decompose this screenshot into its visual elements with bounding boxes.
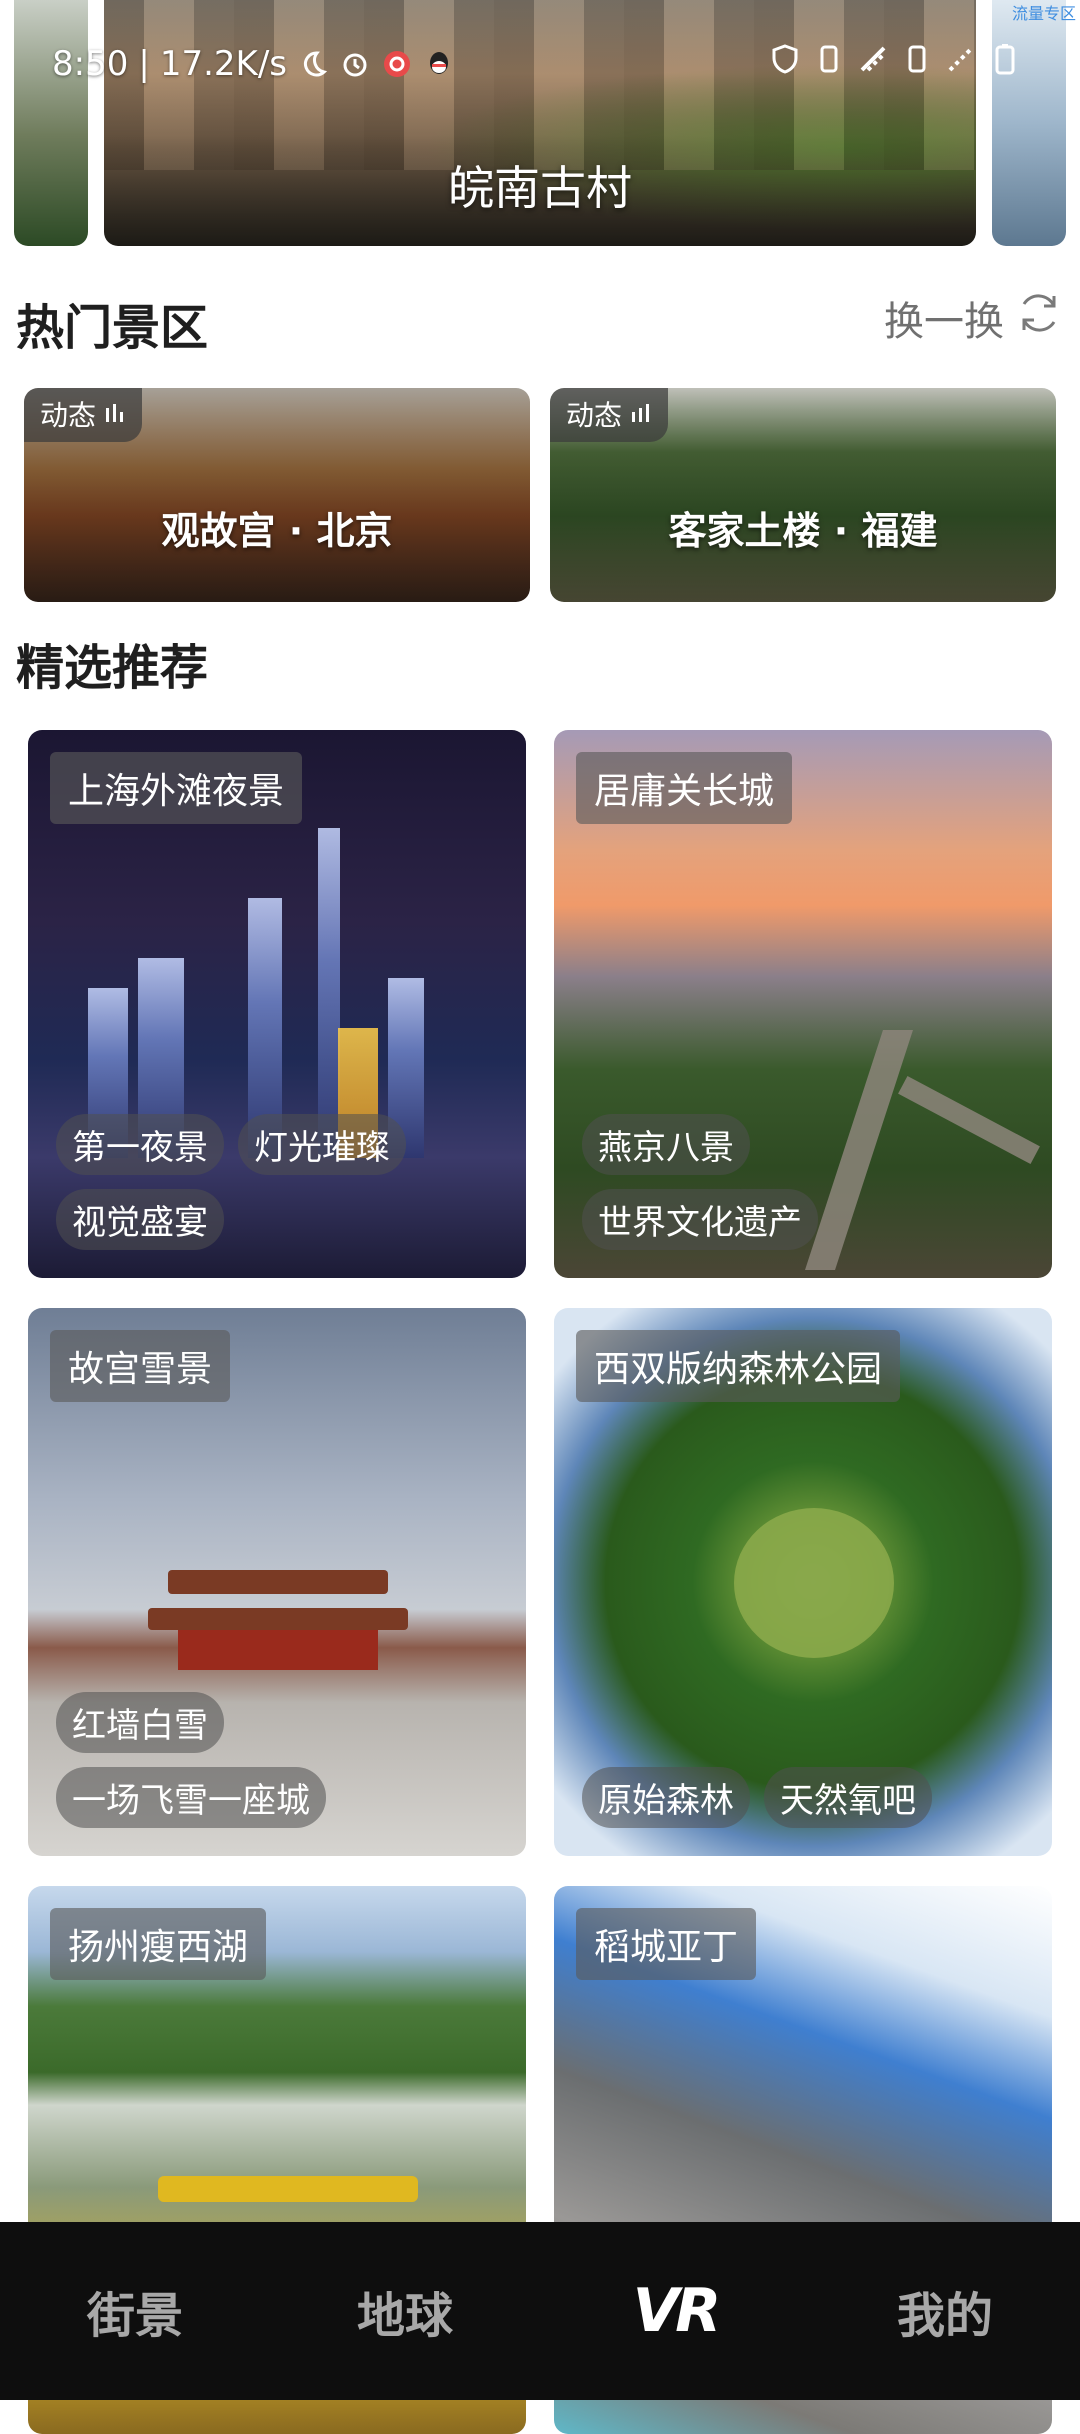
featured-card-forbidden-city-snow[interactable]: 故宫雪景 红墙白雪 一场飞雪一座城 [28,1308,526,1856]
pavilion-roof [158,2176,418,2202]
featured-card-tag: 扬州瘦西湖 [50,1908,267,1980]
status-right-group [770,44,1020,75]
bottom-nav: 街景 地球 VR 我的 [0,2222,1080,2400]
nav-mine[interactable]: 我的 [810,2276,1080,2346]
chip-row: 世界文化遗产 [582,1189,1036,1250]
feature-chip: 天然氧吧 [764,1767,932,1828]
hot-card-forbidden-city[interactable]: 动态 观故宫 · 北京 [24,388,530,602]
refresh-label: 换一换 [884,299,1004,345]
feature-chip: 红墙白雪 [56,1692,224,1753]
dynamic-badge: 动态 [550,388,669,442]
feature-chip: 一场飞雪一座城 [56,1767,326,1828]
feature-chip: 视觉盛宴 [56,1189,224,1250]
hot-section-title: 热门景区 [16,300,209,356]
feature-chip: 第一夜景 [56,1114,224,1175]
featured-card-chips: 原始森林 天然氧吧 [582,1753,1036,1828]
dynamic-badge-label: 动态 [566,399,623,432]
chip-row: 原始森林 天然氧吧 [582,1767,1036,1828]
sim2-signal-icon [946,44,976,74]
feature-chip: 灯光璀璨 [238,1114,406,1175]
chip-row: 燕京八景 [582,1114,1036,1175]
forest-lake [734,1508,894,1658]
moon-icon [297,48,329,80]
feature-chip: 原始森林 [582,1767,750,1828]
feature-chip: 燕京八景 [582,1114,750,1175]
qq-icon [423,48,455,80]
refresh-button[interactable]: 换一换 [884,288,1064,348]
vibrate-icon [814,44,844,74]
dynamic-badge-label: 动态 [40,399,97,432]
app-notification-icon [381,48,413,80]
featured-card-juyongguan[interactable]: 居庸关长城 燕京八景 世界文化遗产 [554,730,1052,1278]
status-time: 8:50 [52,44,129,84]
dynamic-badge: 动态 [24,388,143,442]
status-network-speed: 17.2K/s [159,44,287,84]
nav-street-view[interactable]: 街景 [0,2276,270,2346]
location-shield-icon [770,44,800,74]
featured-card-xishuangbanna[interactable]: 西双版纳森林公园 原始森林 天然氧吧 [554,1308,1052,1856]
chip-row: 第一夜景 灯光璀璨 [56,1114,510,1175]
featured-card-chips: 第一夜景 灯光璀璨 视觉盛宴 [56,1100,510,1250]
featured-card-tag: 稻城亚丁 [576,1908,757,1980]
status-divider: | [138,44,150,84]
carousel-slide-title: 皖南古村 [448,161,632,215]
phone-icon [902,44,932,74]
featured-card-shanghai-bund[interactable]: 上海外滩夜景 第一夜景 灯光璀璨 视觉盛宴 [28,730,526,1278]
hot-card-title: 客家土楼 · 福建 [668,509,938,553]
feature-chip: 世界文化遗产 [582,1189,818,1250]
featured-card-chips: 红墙白雪 一场飞雪一座城 [56,1678,510,1828]
hot-card-title: 观故宫 · 北京 [161,509,393,553]
palace-roof [148,1608,408,1630]
status-bar: 8:50 | 17.2K/s 流量专区 [0,0,1080,120]
hot-card-hakka-tulou[interactable]: 动态 客家土楼 · 福建 [550,388,1056,602]
nav-vr[interactable]: VR [540,2276,810,2346]
battery-icon [990,44,1020,75]
sim1-signal-icon [858,44,888,74]
traffic-zone-tag[interactable]: 流量专区 [1012,0,1076,24]
status-left-group: 8:50 | 17.2K/s [52,44,455,84]
refresh-icon [1014,288,1064,348]
featured-section-title: 精选推荐 [16,640,209,696]
chip-row: 红墙白雪 [56,1692,510,1753]
featured-card-tag: 故宫雪景 [50,1330,231,1402]
featured-card-tag: 西双版纳森林公园 [576,1330,901,1402]
featured-card-tag: 上海外滩夜景 [50,752,303,824]
alarm-icon [339,48,371,80]
chip-row: 视觉盛宴 [56,1189,510,1250]
featured-card-chips: 燕京八景 世界文化遗产 [582,1100,1036,1250]
featured-card-tag: 居庸关长城 [576,752,793,824]
palace-roof [168,1570,388,1594]
chip-row: 一场飞雪一座城 [56,1767,510,1828]
equalizer-icon [630,398,652,431]
equalizer-icon [104,398,126,431]
nav-earth[interactable]: 地球 [270,2276,540,2346]
palace-hall [178,1630,378,1670]
